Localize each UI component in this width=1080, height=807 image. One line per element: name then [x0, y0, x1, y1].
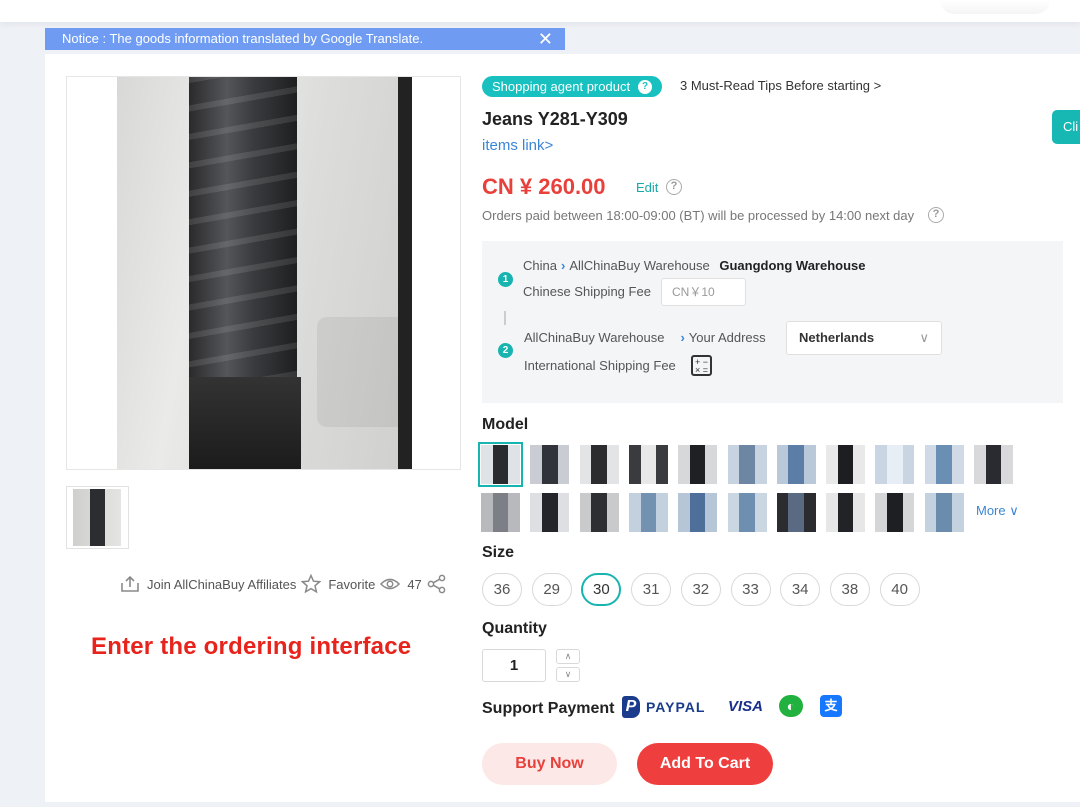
visa-logo: VISA [728, 698, 764, 715]
chevron-down-icon: ∨ [919, 330, 929, 345]
step-2-badge: 2 [498, 343, 513, 358]
add-to-cart-button[interactable]: Add To Cart [637, 743, 773, 785]
model-swatch[interactable] [875, 493, 915, 532]
international-shipping-fee-label: International Shipping Fee [524, 358, 676, 373]
route-warehouse-address: AllChinaBuy Warehouse › Your Address [524, 330, 766, 345]
translation-notice: Notice : The goods information translate… [45, 28, 565, 50]
size-option-30[interactable]: 30 [581, 573, 622, 606]
route-china-warehouse: China › AllChinaBuy Warehouse Guangdong Wa… [523, 258, 866, 273]
model-swatch[interactable] [727, 445, 767, 484]
quantity-label: Quantity [482, 620, 547, 637]
join-affiliates-link[interactable]: Join AllChinaBuy Affiliates [147, 577, 296, 592]
model-swatch[interactable] [826, 445, 866, 484]
model-swatch[interactable] [678, 445, 718, 484]
size-option-31[interactable]: 31 [631, 573, 672, 606]
country-select[interactable]: Netherlands ∨ [786, 321, 942, 355]
model-swatch[interactable] [530, 445, 570, 484]
model-swatch[interactable] [776, 493, 816, 532]
size-option-34[interactable]: 34 [780, 573, 821, 606]
quantity-input[interactable]: 1 [482, 649, 546, 682]
buy-now-button[interactable]: Buy Now [482, 743, 617, 785]
quantity-increment-button[interactable]: ∧ [556, 649, 580, 664]
size-option-40[interactable]: 40 [879, 573, 920, 606]
annotation-caption: Enter the ordering interface [91, 633, 412, 660]
paypal-icon: P [622, 696, 640, 718]
product-actions: Join AllChinaBuy Affiliates Favorite 47 [120, 572, 454, 596]
product-title: Jeans Y281-Y309 [482, 109, 628, 129]
chinese-shipping-fee-label: Chinese Shipping Fee [523, 284, 651, 299]
side-floating-tab[interactable]: Cli [1052, 110, 1080, 144]
model-swatch[interactable] [579, 493, 619, 532]
model-swatch[interactable] [579, 445, 619, 484]
star-icon[interactable] [301, 574, 322, 594]
model-swatch[interactable] [974, 445, 1013, 484]
model-swatch[interactable] [826, 493, 866, 532]
model-swatch[interactable] [481, 493, 520, 532]
alipay-icon: 支 [820, 695, 842, 717]
model-swatch[interactable] [924, 493, 964, 532]
favorite-link[interactable]: Favorite [328, 577, 375, 592]
size-option-32[interactable]: 32 [680, 573, 721, 606]
image-thumbnail[interactable] [66, 486, 129, 549]
orders-processing-note: Orders paid between 18:00-09:00 (BT) wil… [482, 208, 915, 223]
model-swatch[interactable] [924, 445, 964, 484]
calculator-icon[interactable]: + − × = [691, 355, 712, 376]
price-help-icon[interactable]: ? [666, 179, 682, 195]
top-bar [0, 0, 1080, 22]
shopping-agent-badge[interactable]: Shopping agent product ? [482, 76, 663, 97]
size-label: Size [482, 544, 515, 561]
step-1-badge: 1 [498, 272, 513, 287]
close-icon[interactable]: ✕ [538, 28, 553, 50]
view-count: 47 [407, 576, 422, 592]
model-swatch[interactable] [628, 493, 668, 532]
model-swatch[interactable] [875, 445, 915, 484]
items-link[interactable]: items link> [482, 137, 553, 154]
badge-label: Shopping agent product [492, 79, 631, 94]
size-option-29[interactable]: 29 [531, 573, 572, 606]
chinese-shipping-fee-value: CN￥10 [661, 278, 746, 306]
size-option-36[interactable]: 36 [482, 573, 522, 606]
guangdong-warehouse: Guangdong Warehouse [719, 258, 866, 273]
support-payment-label: Support Payment [482, 700, 615, 717]
must-read-tips-link[interactable]: 3 Must-Read Tips Before starting > [680, 78, 881, 93]
header-decoration [940, 0, 1050, 14]
size-option-38[interactable]: 38 [829, 573, 870, 606]
step-connector [504, 311, 506, 325]
main-product-image[interactable] [66, 76, 461, 470]
quantity-decrement-button[interactable]: ∨ [556, 667, 580, 682]
wechat-pay-icon: ◐ [779, 695, 803, 717]
chevron-right-icon: › [560, 258, 566, 273]
notice-text: Notice : The goods information translate… [62, 31, 424, 46]
model-swatch[interactable] [628, 445, 668, 484]
eye-icon [380, 574, 401, 594]
more-models-link[interactable]: More ∨ [976, 503, 1019, 519]
model-swatch[interactable] [678, 493, 718, 532]
model-swatch[interactable] [727, 493, 767, 532]
share-upload-icon[interactable] [120, 574, 140, 594]
edit-price-link[interactable]: Edit [636, 180, 658, 195]
share-icon[interactable] [427, 574, 447, 594]
model-swatch[interactable] [776, 445, 816, 484]
model-swatch[interactable] [530, 493, 570, 532]
size-option-33[interactable]: 33 [730, 573, 771, 606]
chevron-right-icon: › [680, 330, 685, 345]
orders-help-icon[interactable]: ? [928, 207, 944, 223]
model-swatch[interactable] [478, 442, 523, 487]
paypal-logo: P PAYPAL [622, 695, 705, 719]
model-label: Model [482, 416, 529, 433]
jeans-photo [117, 77, 412, 469]
price: CN ¥ 260.00 [482, 174, 606, 199]
help-icon[interactable]: ? [638, 79, 653, 94]
